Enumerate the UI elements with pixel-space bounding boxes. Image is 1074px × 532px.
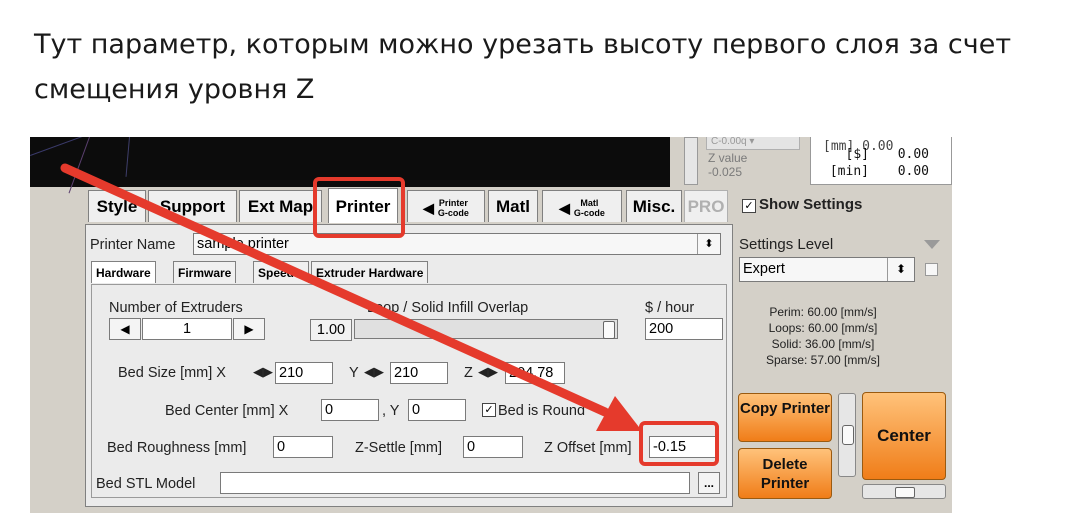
caption-line-1: Тут параметр, которым можно урезать высо… (34, 29, 1012, 60)
arrow-shaft (60, 163, 610, 417)
annotation-arrow (60, 163, 642, 431)
slide-caption: Тут параметр, которым можно урезать высо… (34, 22, 1054, 112)
app-screenshot: C-0.00q ▾ Z value -0.025 [mm] 0.00 [$] 0… (30, 137, 952, 513)
caption-line-2: смещения уровня Z (34, 74, 315, 105)
